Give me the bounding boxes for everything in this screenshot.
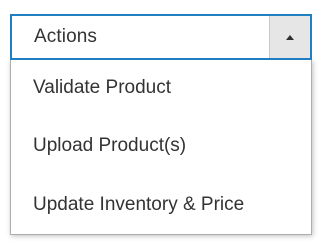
chevron-up-icon [286,34,294,40]
actions-dropdown-toggle[interactable]: Actions [10,14,312,60]
dropdown-arrow-button[interactable] [269,16,310,58]
actions-menu: Validate Product Upload Product(s) Updat… [10,60,312,235]
menu-item-update-inventory-price[interactable]: Update Inventory & Price [11,175,311,234]
menu-item-validate-product[interactable]: Validate Product [11,60,311,116]
actions-dropdown: Actions Validate Product Upload Product(… [10,14,312,251]
actions-label: Actions [34,26,98,47]
menu-item-upload-products[interactable]: Upload Product(s) [11,116,311,175]
